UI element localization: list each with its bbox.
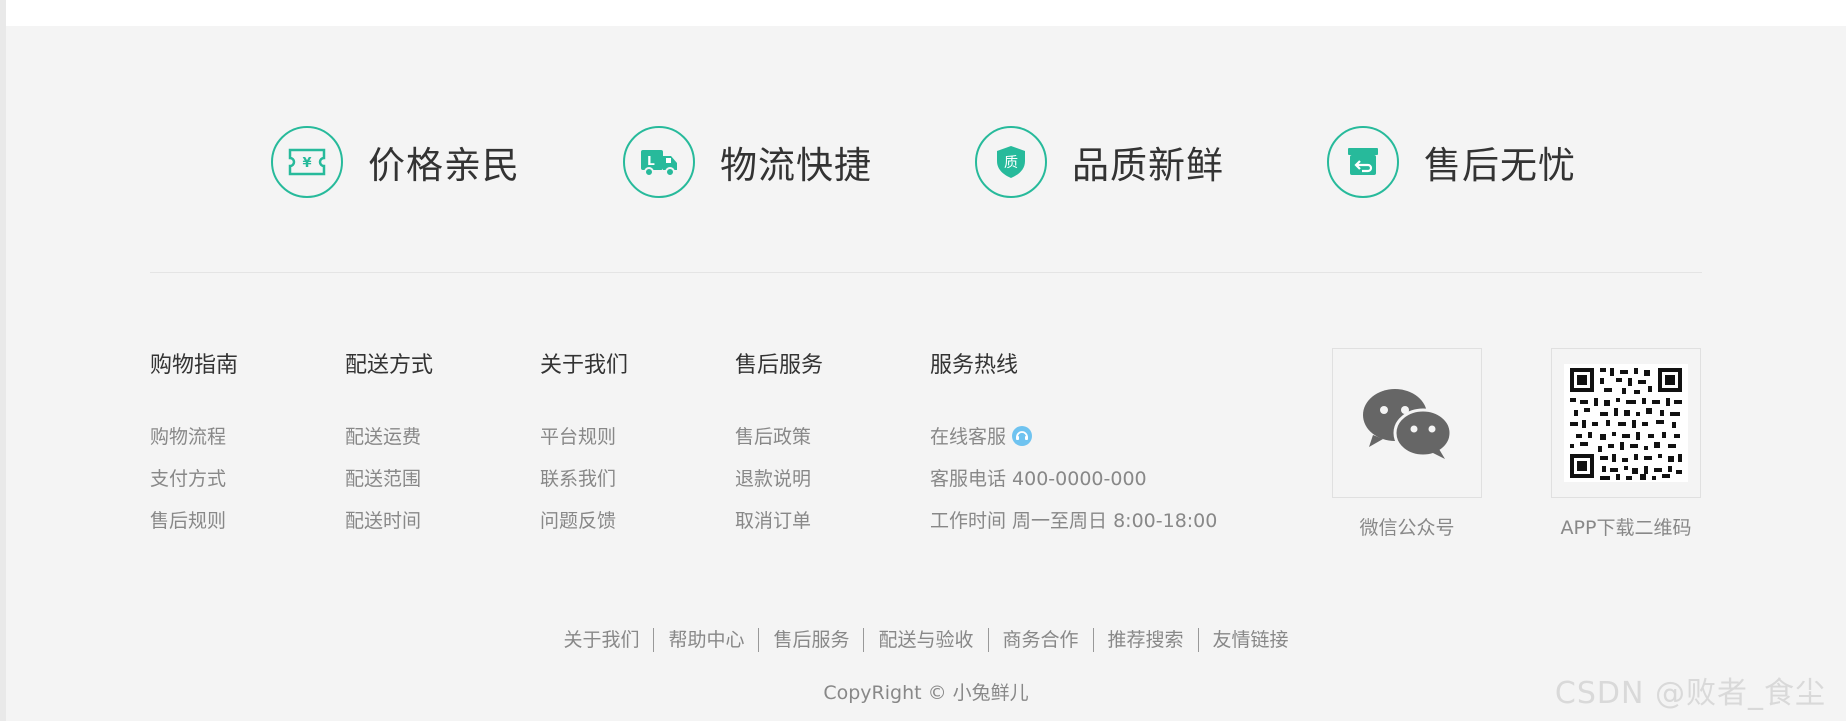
column-after-sales: 售后服务 售后政策 退款说明 取消订单 <box>735 348 823 542</box>
footer-link[interactable]: 配送范围 <box>345 458 433 500</box>
section-divider <box>150 272 1702 273</box>
online-service-link[interactable]: 在线客服 <box>930 416 1217 458</box>
qr-code-icon[interactable] <box>1551 348 1701 498</box>
feature-fast-logistics: L 物流快捷 <box>623 126 872 198</box>
bottom-link[interactable]: 帮助中心 <box>654 628 760 652</box>
footer-link[interactable]: 购物流程 <box>150 416 238 458</box>
bottom-link[interactable]: 配送与验收 <box>864 628 989 652</box>
feature-label: 价格亲民 <box>368 144 520 187</box>
feature-label: 售后无忧 <box>1424 144 1576 187</box>
feature-fresh-quality: 质 品质新鲜 <box>975 126 1224 198</box>
footer-link[interactable]: 售后规则 <box>150 500 238 542</box>
delivery-truck-icon: L <box>623 126 695 198</box>
return-box-icon <box>1327 126 1399 198</box>
qr-caption: APP下载二维码 <box>1560 517 1692 539</box>
footer-link[interactable]: 配送时间 <box>345 500 433 542</box>
footer-link[interactable]: 平台规则 <box>540 416 628 458</box>
svg-text:L: L <box>647 154 655 168</box>
column-title: 配送方式 <box>345 353 434 378</box>
service-phone: 客服电话 400-0000-000 <box>930 468 1147 490</box>
bottom-link[interactable]: 关于我们 <box>549 628 655 652</box>
app-qr-card: APP下载二维码 <box>1551 348 1701 540</box>
site-footer: ¥ 价格亲民 L 物流快捷 质 品质新鲜 售后无忧 购物指南 购物流程 支付方式… <box>6 26 1846 721</box>
footer-link[interactable]: 售后政策 <box>735 416 823 458</box>
feature-label: 物流快捷 <box>720 144 872 187</box>
svg-text:质: 质 <box>1004 155 1018 171</box>
online-service-label: 在线客服 <box>930 426 1007 448</box>
column-about-us: 关于我们 平台规则 联系我们 问题反馈 <box>540 348 628 542</box>
column-title: 服务热线 <box>930 353 1019 378</box>
footer-link[interactable]: 配送运费 <box>345 416 433 458</box>
feature-affordable: ¥ 价格亲民 <box>271 126 520 198</box>
footer-link[interactable]: 问题反馈 <box>540 500 628 542</box>
bottom-link-bar: 关于我们 帮助中心 售后服务 配送与验收 商务合作 推荐搜索 友情链接 <box>6 628 1846 652</box>
bottom-link[interactable]: 售后服务 <box>759 628 865 652</box>
top-strip <box>0 0 1846 26</box>
feature-label: 品质新鲜 <box>1072 144 1224 187</box>
column-service-hotline: 服务热线 在线客服 客服电话 400-0000-000 工作时间 周一至周日 8… <box>930 348 1217 542</box>
wechat-icon[interactable] <box>1332 348 1482 498</box>
feature-after-sales: 售后无忧 <box>1327 126 1576 198</box>
footer-link[interactable]: 退款说明 <box>735 458 823 500</box>
column-delivery: 配送方式 配送运费 配送范围 配送时间 <box>345 348 433 542</box>
service-hours: 工作时间 周一至周日 8:00-18:00 <box>930 510 1218 532</box>
qr-caption: 微信公众号 <box>1359 517 1455 539</box>
wechat-card: 微信公众号 <box>1332 348 1482 540</box>
footer-link[interactable]: 支付方式 <box>150 458 238 500</box>
quality-shield-icon: 质 <box>975 126 1047 198</box>
watermark: CSDN @败者_食尘 <box>1554 676 1826 711</box>
column-shopping-guide: 购物指南 购物流程 支付方式 售后规则 <box>150 348 238 542</box>
footer-link[interactable]: 取消订单 <box>735 500 823 542</box>
bottom-link[interactable]: 推荐搜索 <box>1094 628 1199 652</box>
column-title: 关于我们 <box>540 353 629 378</box>
footer-link[interactable]: 联系我们 <box>540 458 628 500</box>
bottom-link[interactable]: 商务合作 <box>989 628 1094 652</box>
customer-service-icon <box>1012 426 1033 446</box>
column-title: 售后服务 <box>735 353 824 378</box>
column-title: 购物指南 <box>150 353 239 378</box>
bottom-link[interactable]: 友情链接 <box>1199 628 1303 652</box>
svg-text:¥: ¥ <box>302 156 311 171</box>
ticket-yuan-icon: ¥ <box>271 126 343 198</box>
